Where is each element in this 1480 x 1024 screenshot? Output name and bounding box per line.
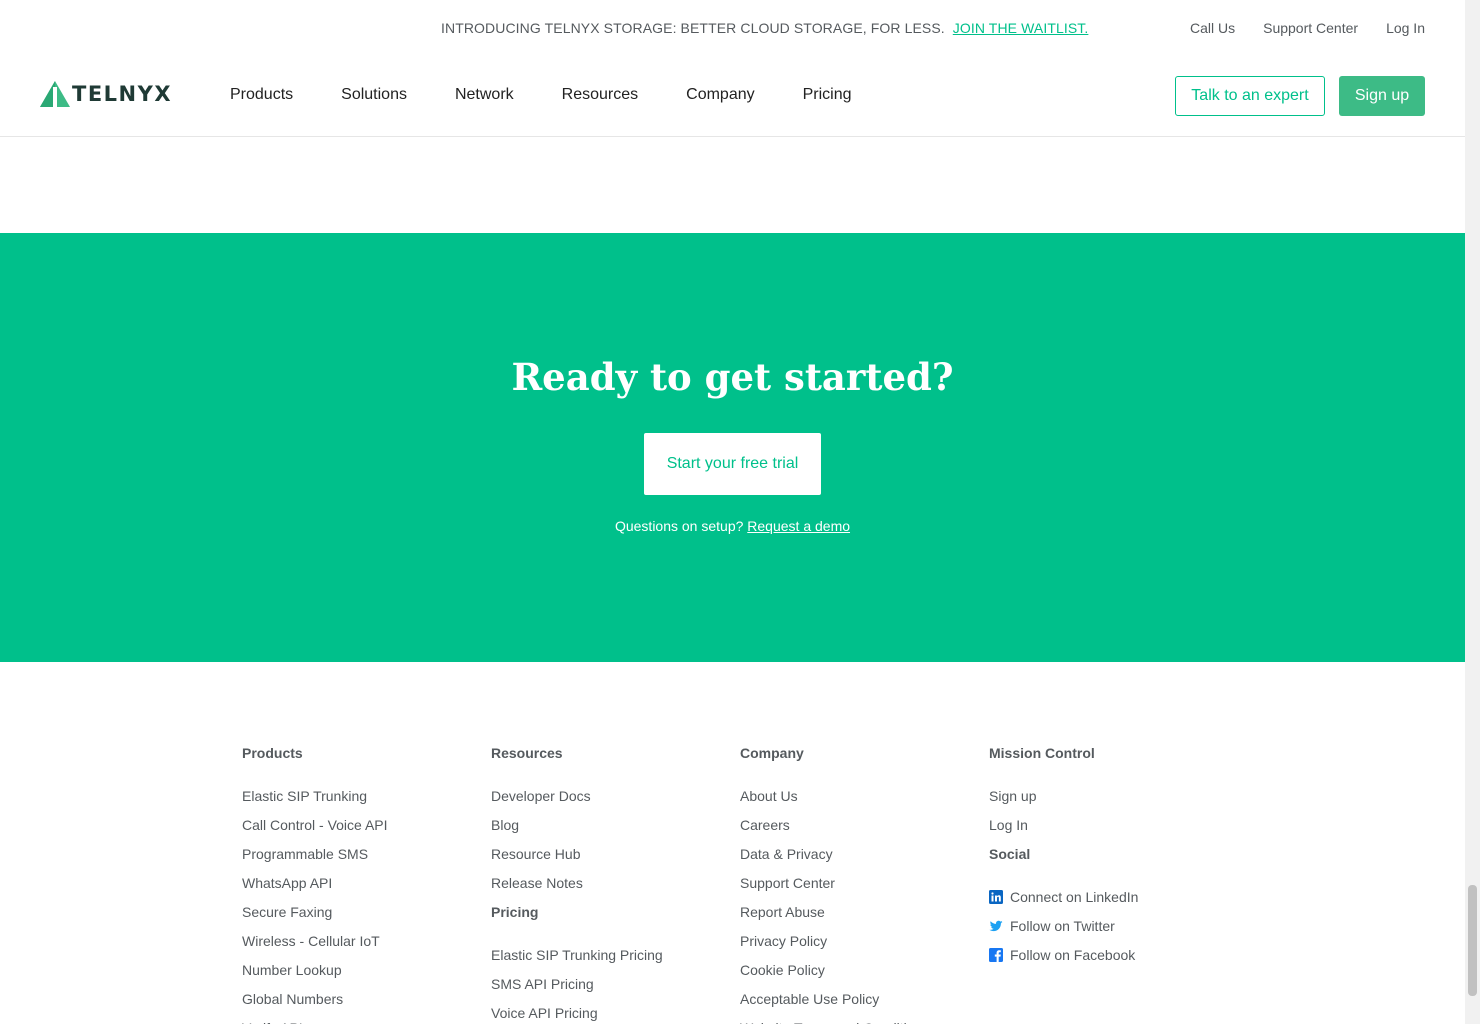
footer-col-products: Products Elastic SIP Trunking Call Contr… bbox=[242, 745, 491, 1024]
linkedin-icon bbox=[989, 889, 1003, 904]
footer-link[interactable]: Privacy Policy bbox=[740, 926, 989, 955]
telnyx-triangle-logo-icon bbox=[40, 81, 70, 107]
footer-link[interactable]: Log In bbox=[989, 810, 1238, 839]
footer-link[interactable]: Elastic SIP Trunking Pricing bbox=[491, 940, 740, 969]
footer-link[interactable]: Number Lookup bbox=[242, 955, 491, 984]
footer-col-resources: Resources Developer Docs Blog Resource H… bbox=[491, 745, 740, 1024]
footer-heading-company: Company bbox=[740, 745, 804, 761]
request-demo-link[interactable]: Request a demo bbox=[747, 518, 850, 534]
cta-section: Ready to get started? Start your free tr… bbox=[0, 233, 1465, 662]
footer-link[interactable]: Website Terms and Conditions bbox=[740, 1013, 989, 1024]
footer-link[interactable]: Voice API Pricing bbox=[491, 998, 740, 1024]
facebook-icon bbox=[989, 947, 1003, 962]
footer-link[interactable]: Wireless - Cellular IoT bbox=[242, 926, 491, 955]
footer-link[interactable]: Data & Privacy bbox=[740, 839, 989, 868]
footer-col-company: Company About Us Careers Data & Privacy … bbox=[740, 745, 989, 1024]
cta-title: Ready to get started? bbox=[511, 355, 954, 399]
footer-link[interactable]: Blog bbox=[491, 810, 740, 839]
scrollbar-thumb[interactable] bbox=[1468, 885, 1477, 996]
talk-to-expert-button[interactable]: Talk to an expert bbox=[1175, 76, 1325, 116]
nav-company[interactable]: Company bbox=[686, 86, 754, 104]
cta-question: Questions on setup? Request a demo bbox=[0, 518, 1465, 534]
social-facebook-link[interactable]: Follow on Facebook bbox=[989, 940, 1238, 969]
telnyx-logo[interactable]: TELNYX bbox=[40, 81, 172, 107]
footer-link[interactable]: Global Numbers bbox=[242, 984, 491, 1013]
footer-link[interactable]: Careers bbox=[740, 810, 989, 839]
site-footer: Products Elastic SIP Trunking Call Contr… bbox=[242, 745, 1238, 1024]
footer-link[interactable]: Resource Hub bbox=[491, 839, 740, 868]
footer-link[interactable]: Sign up bbox=[989, 781, 1238, 810]
support-center-link[interactable]: Support Center bbox=[1263, 20, 1358, 36]
footer-link[interactable]: WhatsApp API bbox=[242, 868, 491, 897]
join-waitlist-link[interactable]: JOIN THE WAITLIST. bbox=[953, 20, 1089, 36]
nav-products[interactable]: Products bbox=[230, 86, 293, 104]
social-twitter-link[interactable]: Follow on Twitter bbox=[989, 911, 1238, 940]
footer-link[interactable]: Release Notes bbox=[491, 868, 740, 897]
social-facebook-label: Follow on Facebook bbox=[1010, 946, 1136, 963]
sign-up-button[interactable]: Sign up bbox=[1339, 76, 1425, 116]
announcement-message: INTRODUCING TELNYX STORAGE: BETTER CLOUD… bbox=[441, 20, 945, 36]
nav-solutions[interactable]: Solutions bbox=[341, 86, 407, 104]
footer-link[interactable]: Cookie Policy bbox=[740, 955, 989, 984]
nav-resources[interactable]: Resources bbox=[562, 86, 638, 104]
start-free-trial-button[interactable]: Start your free trial bbox=[644, 433, 821, 495]
footer-heading-social: Social bbox=[989, 846, 1031, 862]
footer-link[interactable]: Support Center bbox=[740, 868, 989, 897]
footer-heading-mission-control: Mission Control bbox=[989, 745, 1095, 761]
footer-link[interactable]: Programmable SMS bbox=[242, 839, 491, 868]
footer-link[interactable]: Developer Docs bbox=[491, 781, 740, 810]
footer-heading-pricing: Pricing bbox=[491, 904, 539, 920]
footer-link[interactable]: Report Abuse bbox=[740, 897, 989, 926]
logo-wordmark: TELNYX bbox=[72, 81, 173, 106]
footer-link[interactable]: Elastic SIP Trunking bbox=[242, 781, 491, 810]
footer-col-mission-control: Mission Control Sign up Log In Social Co… bbox=[989, 745, 1238, 1024]
footer-link[interactable]: SMS API Pricing bbox=[491, 969, 740, 998]
footer-link[interactable]: About Us bbox=[740, 781, 989, 810]
footer-link[interactable]: Secure Faxing bbox=[242, 897, 491, 926]
nav-network[interactable]: Network bbox=[455, 86, 514, 104]
cta-question-text: Questions on setup? bbox=[614, 518, 744, 534]
call-us-link[interactable]: Call Us bbox=[1190, 20, 1235, 36]
footer-link[interactable]: Acceptable Use Policy bbox=[740, 984, 989, 1013]
announcement-bar: INTRODUCING TELNYX STORAGE: BETTER CLOUD… bbox=[0, 0, 1465, 56]
twitter-icon bbox=[989, 920, 1003, 931]
social-linkedin-link[interactable]: Connect on LinkedIn bbox=[989, 882, 1238, 911]
main-header: TELNYX Products Solutions Network Resour… bbox=[0, 56, 1465, 137]
footer-link[interactable]: Call Control - Voice API bbox=[242, 810, 491, 839]
announcement-text: INTRODUCING TELNYX STORAGE: BETTER CLOUD… bbox=[441, 20, 1088, 36]
social-twitter-label: Follow on Twitter bbox=[1010, 917, 1115, 934]
page-scrollbar[interactable] bbox=[1465, 0, 1480, 1024]
footer-link[interactable]: Verify API bbox=[242, 1013, 491, 1024]
footer-heading-products: Products bbox=[242, 745, 303, 761]
utility-links: Call Us Support Center Log In bbox=[1190, 20, 1425, 36]
main-nav: Products Solutions Network Resources Com… bbox=[230, 86, 852, 104]
log-in-link[interactable]: Log In bbox=[1386, 20, 1425, 36]
nav-pricing[interactable]: Pricing bbox=[803, 86, 852, 104]
footer-heading-resources: Resources bbox=[491, 745, 563, 761]
social-linkedin-label: Connect on LinkedIn bbox=[1010, 888, 1139, 905]
